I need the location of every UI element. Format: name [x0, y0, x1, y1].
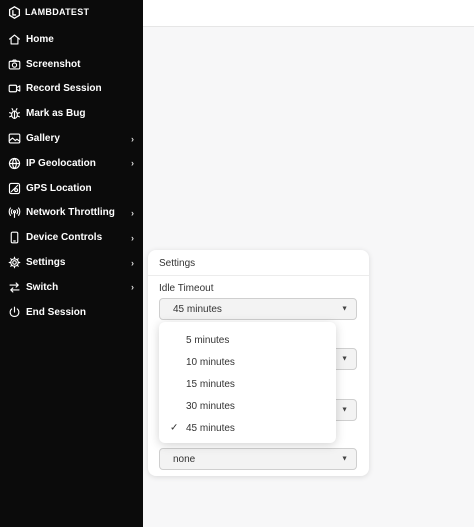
caret-down-icon: ▼: [341, 355, 348, 363]
sidebar-item-label: IP Geolocation: [26, 157, 96, 169]
sidebar-item-device-controls[interactable]: Device Controls ›: [0, 225, 143, 250]
sidebar-item-screenshot[interactable]: Screenshot: [0, 52, 143, 77]
idle-timeout-dropdown: 5 minutes 10 minutes 15 minutes 30 minut…: [159, 322, 336, 443]
sidebar-item-label: Screenshot: [26, 58, 81, 70]
signal-icon: [7, 206, 21, 220]
dropdown-option[interactable]: 5 minutes: [159, 329, 336, 351]
sidebar-item-label: Record Session: [26, 83, 102, 95]
idle-timeout-value: 45 minutes: [173, 303, 222, 315]
chevron-right-icon: ›: [131, 158, 134, 169]
globe-icon: [7, 156, 21, 170]
sidebar-item-label: Device Controls: [26, 232, 103, 244]
sidebar-item-network-throttling[interactable]: Network Throttling ›: [0, 201, 143, 226]
sidebar-item-switch[interactable]: Switch ›: [0, 275, 143, 300]
camera-icon: [7, 57, 21, 71]
sidebar: LAMBDATEST Home Screenshot Record Sessio…: [0, 0, 143, 527]
lambdatest-logo-icon: [8, 5, 21, 19]
sidebar-item-label: GPS Location: [26, 182, 92, 194]
idle-timeout-label: Idle Timeout: [159, 283, 214, 294]
brand-logo[interactable]: LAMBDATEST: [8, 4, 89, 20]
switch-icon: [7, 280, 21, 294]
dropdown-option[interactable]: 10 minutes: [159, 351, 336, 373]
checkmark-icon: ✓: [170, 422, 179, 434]
dropdown-option[interactable]: 15 minutes: [159, 373, 336, 395]
sidebar-item-end-session[interactable]: End Session: [0, 300, 143, 325]
chevron-right-icon: ›: [131, 133, 134, 144]
gallery-icon: [7, 132, 21, 146]
idle-timeout-select[interactable]: 45 minutes ▼: [159, 298, 357, 320]
dropdown-option-label: 10 minutes: [186, 356, 235, 368]
chevron-right-icon: ›: [131, 282, 134, 293]
settings-panel-title: Settings: [159, 258, 196, 269]
bug-icon: [7, 107, 21, 121]
fourth-setting-select[interactable]: none ▼: [159, 448, 357, 470]
sidebar-item-label: Mark as Bug: [26, 108, 86, 120]
dropdown-option-label: 30 minutes: [186, 400, 235, 412]
video-icon: [7, 82, 21, 96]
caret-down-icon: ▼: [341, 455, 348, 463]
chevron-right-icon: ›: [131, 232, 134, 243]
top-bar: [143, 0, 474, 27]
sidebar-item-label: End Session: [26, 306, 87, 318]
fourth-setting-value: none: [173, 453, 196, 465]
gear-icon: [7, 256, 21, 270]
power-icon: [7, 305, 21, 319]
chevron-right-icon: ›: [131, 257, 134, 268]
sidebar-nav: Home Screenshot Record Session Mark as B…: [0, 27, 143, 325]
sidebar-item-settings[interactable]: Settings ›: [0, 250, 143, 275]
sidebar-item-gps-location[interactable]: GPS Location: [0, 176, 143, 201]
sidebar-item-label: Settings: [26, 257, 66, 269]
dropdown-option-label: 15 minutes: [186, 378, 235, 390]
sidebar-item-label: Switch: [26, 281, 59, 293]
map-icon: [7, 181, 21, 195]
sidebar-item-label: Network Throttling: [26, 207, 115, 219]
sidebar-item-label: Gallery: [26, 133, 60, 145]
caret-down-icon: ▼: [341, 305, 348, 313]
sidebar-item-record-session[interactable]: Record Session: [0, 77, 143, 102]
chevron-right-icon: ›: [131, 207, 134, 218]
sidebar-item-home[interactable]: Home: [0, 27, 143, 52]
sidebar-item-gallery[interactable]: Gallery ›: [0, 126, 143, 151]
device-icon: [7, 231, 21, 245]
dropdown-option-selected[interactable]: ✓ 45 minutes: [159, 417, 336, 439]
dropdown-option[interactable]: 30 minutes: [159, 395, 336, 417]
dropdown-option-label: 5 minutes: [186, 334, 230, 346]
home-icon: [7, 32, 21, 46]
panel-divider: [148, 275, 369, 276]
dropdown-option-label: 45 minutes: [186, 422, 235, 434]
sidebar-item-label: Home: [26, 33, 54, 45]
sidebar-item-ip-geolocation[interactable]: IP Geolocation ›: [0, 151, 143, 176]
sidebar-item-mark-as-bug[interactable]: Mark as Bug: [0, 101, 143, 126]
caret-down-icon: ▼: [341, 406, 348, 414]
brand-name: LAMBDATEST: [25, 7, 90, 17]
